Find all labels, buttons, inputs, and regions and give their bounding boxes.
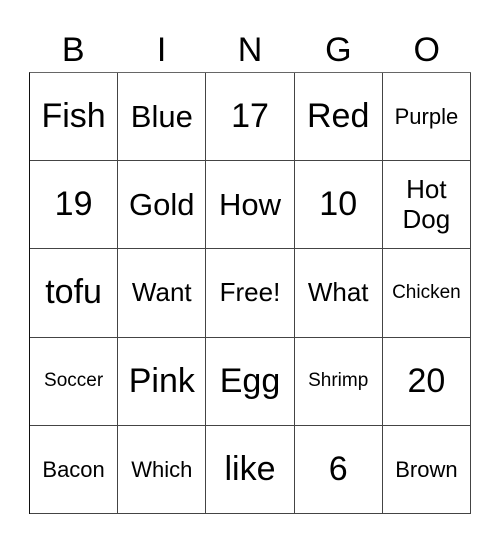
bingo-cell[interactable]: Fish [30,73,119,162]
bingo-cell[interactable]: 6 [294,425,383,514]
bingo-grid: Fish Blue 17 Red Purple 19 Gold How 10 Hot Dog tof… [29,72,471,514]
bingo-cell[interactable]: Gold [118,161,207,250]
bingo-cell[interactable]: 17 [206,73,295,162]
bingo-cell[interactable]: Chicken [382,249,471,338]
bingo-cell[interactable]: Want [118,249,207,338]
bingo-cell[interactable]: tofu [30,249,119,338]
bingo-cell[interactable]: What [294,249,383,338]
bingo-cell[interactable]: 10 [294,161,383,250]
bingo-cell[interactable]: 20 [382,337,471,426]
bingo-cell[interactable]: Purple [382,73,471,162]
bingo-cell[interactable]: Bacon [30,425,119,514]
header-letter-i: I [156,31,167,69]
bingo-cell[interactable]: Shrimp [294,337,383,426]
bingo-cell[interactable]: Free! [206,249,295,338]
bingo-cell[interactable]: Hot Dog [382,161,471,250]
header-letter-o: O [413,31,440,69]
bingo-cell[interactable]: 19 [30,161,119,250]
header-letter-b: B [61,31,85,69]
header-letter-n: N [237,31,263,69]
bingo-cell[interactable]: Egg [206,337,295,426]
bingo-cell[interactable]: Pink [118,337,207,426]
bingo-cell[interactable]: Soccer [30,337,119,426]
bingo-cell[interactable]: like [206,425,295,514]
header-letter-g: G [325,31,352,69]
bingo-cell[interactable]: Red [294,73,383,162]
bingo-cell[interactable]: Which [118,425,207,514]
bingo-cell[interactable]: How [206,161,295,250]
bingo-header: B I N G O [29,28,471,72]
bingo-cell[interactable]: Brown [382,425,471,514]
bingo-cell[interactable]: Blue [118,73,207,162]
